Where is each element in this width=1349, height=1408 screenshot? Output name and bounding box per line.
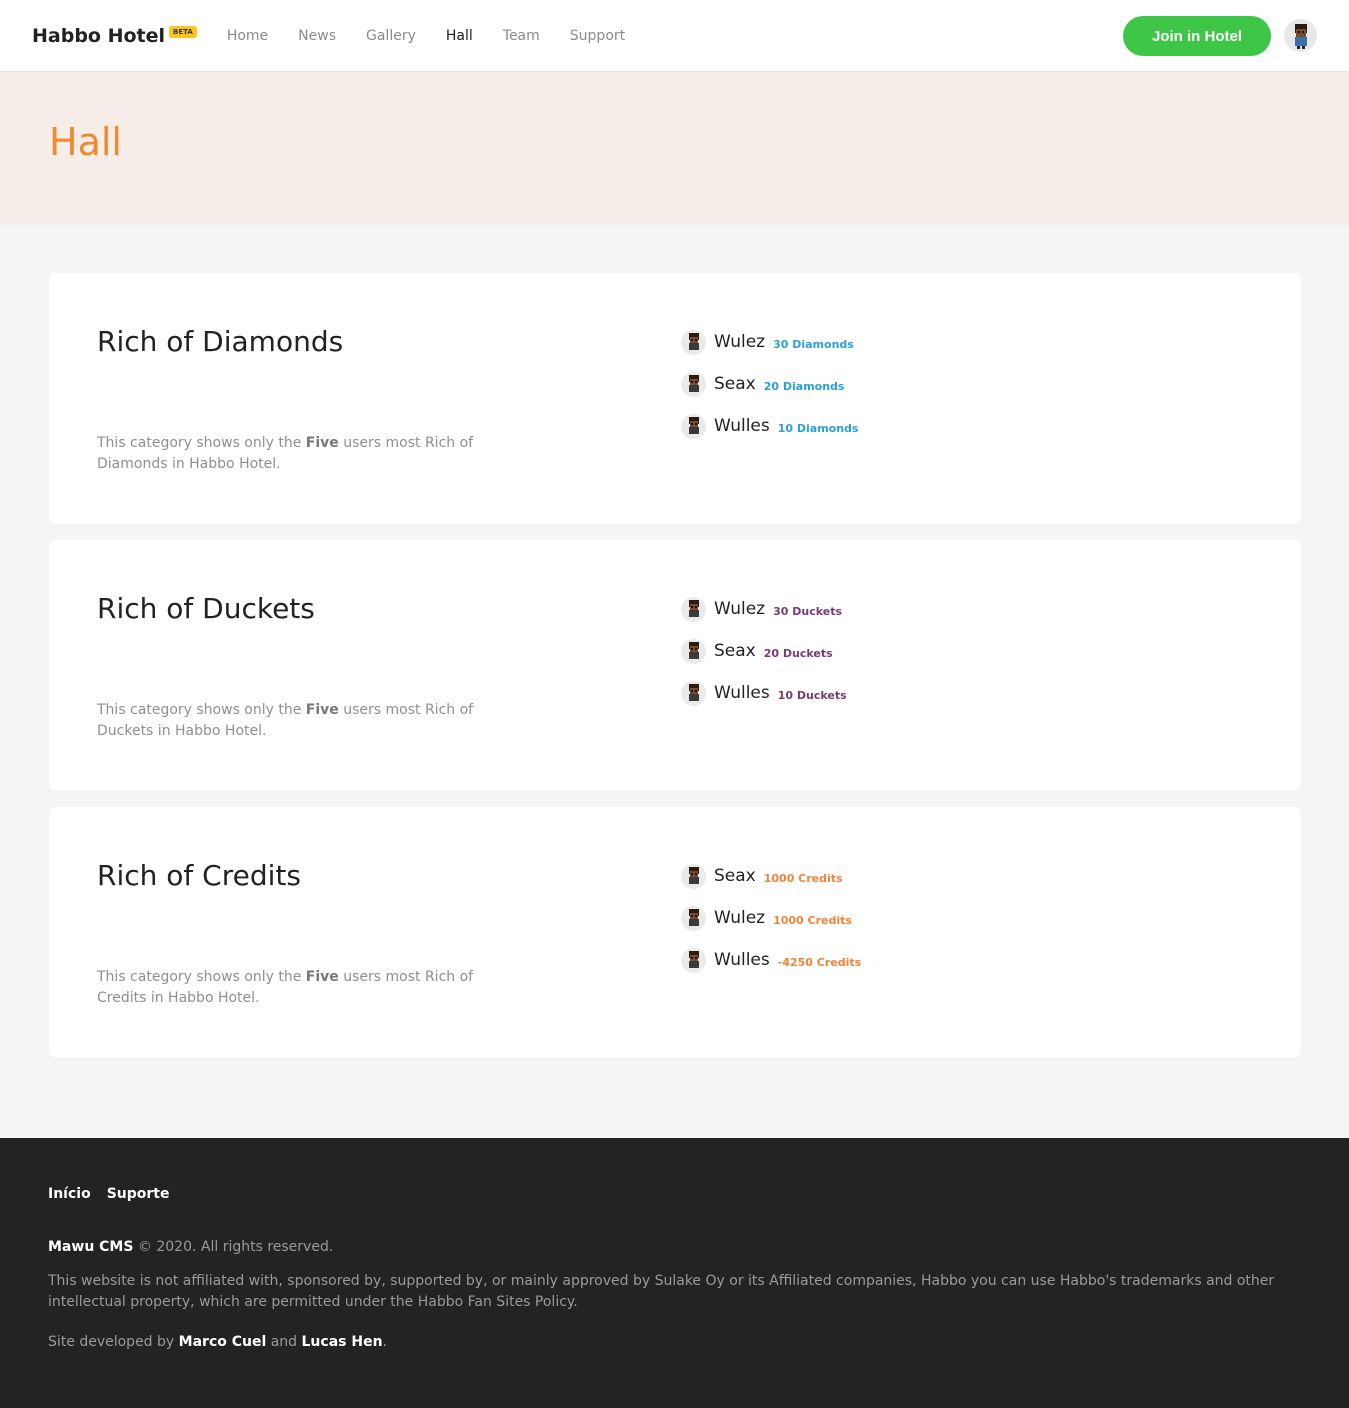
user-amount: 30 Duckets bbox=[773, 604, 842, 618]
user-amount: 1000 Credits bbox=[773, 913, 852, 927]
nav-home[interactable]: Home bbox=[227, 28, 268, 44]
desc-highlight: Five bbox=[305, 435, 339, 451]
user-name[interactable]: Seax bbox=[714, 641, 756, 661]
category-description: This category shows only the Five users … bbox=[97, 700, 477, 742]
ranking-item[interactable]: Seax 20 Diamonds bbox=[681, 363, 858, 405]
nav-gallery[interactable]: Gallery bbox=[366, 28, 416, 44]
footer-link-suporte[interactable]: Suporte bbox=[107, 1186, 170, 1202]
user-avatar-icon[interactable] bbox=[1284, 19, 1317, 52]
user-avatar-icon[interactable] bbox=[681, 329, 706, 355]
ranking-item[interactable]: Wulez 30 Diamonds bbox=[681, 321, 858, 363]
footer-links: Início Suporte bbox=[48, 1186, 1301, 1202]
copyright-text: Mawu CMS © 2020. All rights reserved. bbox=[48, 1239, 1301, 1255]
user-amount: 1000 Credits bbox=[763, 871, 843, 885]
nav-hall[interactable]: Hall bbox=[446, 28, 473, 44]
user-name[interactable]: Seax bbox=[714, 374, 756, 394]
page-hero: Hall bbox=[0, 72, 1349, 225]
footer-link-inicio[interactable]: Início bbox=[48, 1186, 91, 1202]
hall-category-card: Rich of Duckets This category shows only… bbox=[49, 540, 1301, 791]
desc-text: This category shows only the bbox=[97, 969, 306, 985]
user-name[interactable]: Seax bbox=[714, 866, 756, 886]
user-avatar-icon[interactable] bbox=[681, 863, 706, 889]
user-name[interactable]: Wulez bbox=[714, 908, 765, 928]
main-nav: Home News Gallery Hall Team Support bbox=[227, 28, 655, 44]
dev-suffix: . bbox=[382, 1334, 387, 1350]
user-avatar-icon[interactable] bbox=[681, 680, 706, 706]
user-avatar-icon[interactable] bbox=[681, 947, 706, 973]
hall-content: Rich of Diamonds This category shows onl… bbox=[0, 225, 1349, 1154]
user-avatar-icon[interactable] bbox=[681, 413, 706, 439]
nav-news[interactable]: News bbox=[298, 28, 336, 44]
ranking-item[interactable]: Wulles 10 Duckets bbox=[681, 672, 847, 714]
user-amount: 10 Diamonds bbox=[777, 421, 859, 435]
hall-category-card: Rich of Credits This category shows only… bbox=[49, 807, 1301, 1058]
user-name[interactable]: Wulles bbox=[714, 950, 770, 970]
user-name[interactable]: Wulles bbox=[714, 416, 770, 436]
category-description: This category shows only the Five users … bbox=[97, 967, 477, 1009]
ranking-item[interactable]: Wulles 10 Diamonds bbox=[681, 405, 858, 447]
user-amount: 10 Duckets bbox=[777, 688, 847, 702]
category-description: This category shows only the Five users … bbox=[97, 433, 477, 475]
ranking-item[interactable]: Seax 20 Duckets bbox=[681, 630, 847, 672]
ranking-item[interactable]: Seax 1000 Credits bbox=[681, 855, 861, 897]
nav-support[interactable]: Support bbox=[570, 28, 625, 44]
user-avatar-icon[interactable] bbox=[681, 638, 706, 664]
user-avatar-icon[interactable] bbox=[681, 596, 706, 622]
ranking-item[interactable]: Wulles -4250 Credits bbox=[681, 939, 861, 981]
ranking-list: Seax 1000 Credits Wulez 1000 Credits Wulles -… bbox=[681, 855, 861, 981]
site-footer: Início Suporte Mawu CMS © 2020. All righ… bbox=[0, 1138, 1349, 1408]
user-amount: 20 Diamonds bbox=[763, 379, 845, 393]
ranking-list: Wulez 30 Duckets Seax 20 Duckets Wulles 10 Du… bbox=[681, 588, 847, 714]
user-name[interactable]: Wulles bbox=[714, 683, 770, 703]
user-name[interactable]: Wulez bbox=[714, 332, 765, 352]
beta-badge: BETA bbox=[169, 25, 197, 38]
user-name[interactable]: Wulez bbox=[714, 599, 765, 619]
disclaimer-text: This website is not affiliated with, spo… bbox=[48, 1273, 1275, 1310]
desc-text: This category shows only the bbox=[97, 435, 306, 451]
user-amount: 30 Diamonds bbox=[773, 337, 854, 351]
developer-1: Marco Cuel bbox=[178, 1334, 267, 1350]
join-hotel-button[interactable]: Join in Hotel bbox=[1123, 16, 1271, 56]
page-title: Hall bbox=[49, 120, 122, 164]
brand-logo[interactable]: Habbo Hotel BETA bbox=[32, 25, 197, 47]
user-avatar-icon[interactable] bbox=[681, 905, 706, 931]
category-title: Rich of Duckets bbox=[97, 592, 315, 625]
brand-name[interactable]: Habbo Hotel bbox=[32, 25, 165, 47]
user-amount: 20 Duckets bbox=[763, 646, 833, 660]
user-amount: -4250 Credits bbox=[777, 955, 862, 969]
category-title: Rich of Diamonds bbox=[97, 325, 344, 358]
dev-prefix: Site developed by bbox=[48, 1334, 179, 1350]
ranking-item[interactable]: Wulez 1000 Credits bbox=[681, 897, 861, 939]
desc-highlight: Five bbox=[305, 969, 339, 985]
nav-team[interactable]: Team bbox=[503, 28, 540, 44]
desc-text: This category shows only the bbox=[97, 702, 306, 718]
developer-credits: Site developed by Marco Cuel and Lucas H… bbox=[48, 1334, 1301, 1350]
hall-category-card: Rich of Diamonds This category shows onl… bbox=[49, 273, 1301, 524]
copyright-notice: © 2020. All rights reserved. bbox=[133, 1239, 334, 1255]
dev-joiner: and bbox=[266, 1334, 302, 1350]
ranking-list: Wulez 30 Diamonds Seax 20 Diamonds Wulles 10 … bbox=[681, 321, 858, 447]
cms-brand: Mawu CMS bbox=[48, 1239, 134, 1255]
top-navbar: Habbo Hotel BETA Home News Gallery Hall … bbox=[0, 0, 1349, 72]
category-title: Rich of Credits bbox=[97, 859, 301, 892]
developer-2: Lucas Hen bbox=[301, 1334, 383, 1350]
user-avatar-icon[interactable] bbox=[681, 371, 706, 397]
desc-highlight: Five bbox=[305, 702, 339, 718]
ranking-item[interactable]: Wulez 30 Duckets bbox=[681, 588, 847, 630]
